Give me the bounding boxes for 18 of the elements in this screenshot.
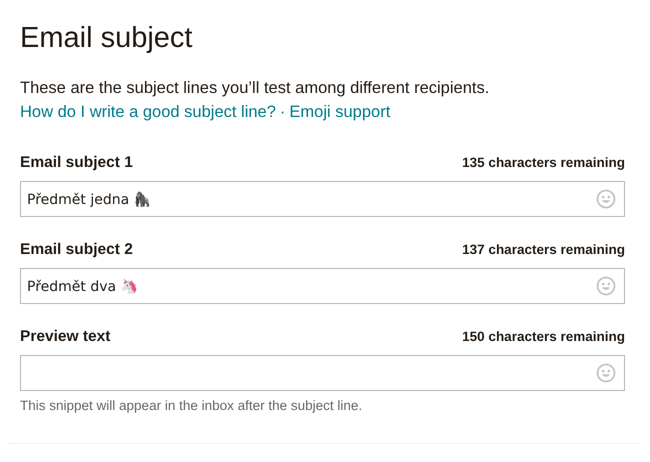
field-label: Email subject 2 bbox=[20, 241, 133, 259]
characters-remaining: 137 characters remaining bbox=[462, 242, 625, 257]
text-input-field[interactable]: Předmět jedna 🦍 bbox=[20, 181, 625, 217]
field-label: Preview text bbox=[20, 328, 110, 346]
field-label: Email subject 1 bbox=[20, 154, 133, 172]
separator-dot: · bbox=[280, 102, 286, 123]
help-link[interactable]: How do I write a good subject line? bbox=[20, 100, 276, 124]
emoji-icon[interactable] bbox=[596, 363, 616, 383]
hint-text: This snippet will appear in the inbox after the subject line. bbox=[20, 398, 364, 413]
emoji-icon[interactable] bbox=[596, 276, 616, 296]
description-text: These are the subject lines you’ll test among different recipients. bbox=[20, 78, 490, 99]
help-link[interactable]: Emoji support bbox=[289, 100, 390, 124]
text-input-field[interactable]: Předmět dva 🦄 bbox=[20, 268, 625, 304]
text-input-field[interactable] bbox=[20, 355, 625, 391]
section-title: Email subject bbox=[20, 21, 194, 56]
emoji-icon[interactable] bbox=[596, 189, 616, 209]
characters-remaining: 135 characters remaining bbox=[462, 155, 625, 170]
characters-remaining: 150 characters remaining bbox=[462, 329, 625, 344]
